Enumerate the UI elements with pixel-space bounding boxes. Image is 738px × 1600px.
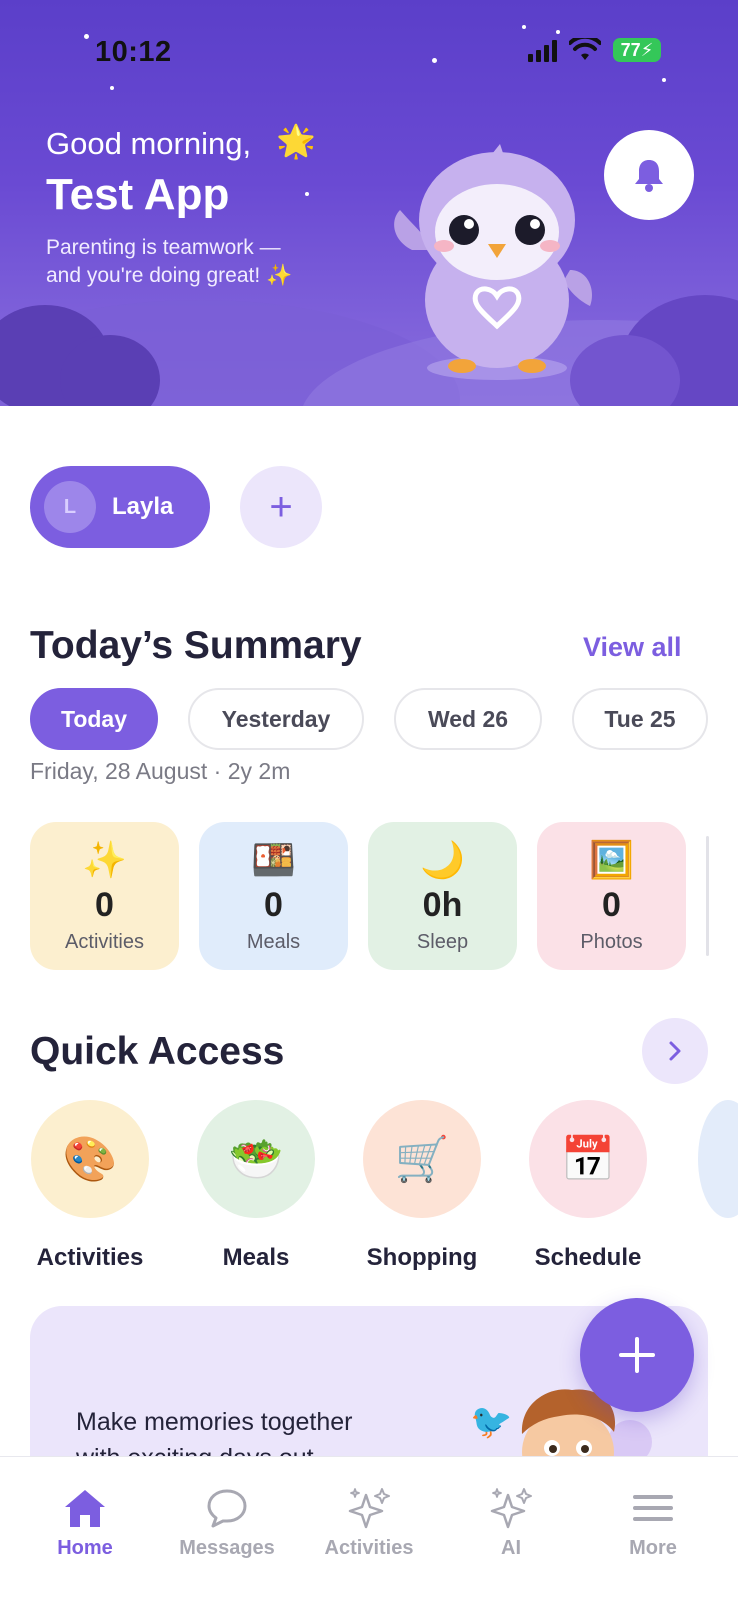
calendar-icon: 📅	[529, 1100, 647, 1218]
menu-icon	[633, 1495, 673, 1521]
tab-label: Home	[57, 1537, 113, 1559]
bell-icon	[635, 160, 663, 192]
stat-label: Photos	[580, 931, 643, 953]
hero-banner: 10:12 77 ⚡ Good morning, 🌟 Test App Paren…	[0, 0, 738, 406]
hero-subtitle-line: Parenting is teamwork —	[46, 236, 281, 259]
stat-card-activities[interactable]: ✨ 0 Activities	[30, 822, 179, 970]
wifi-icon	[569, 38, 601, 60]
salad-icon: 🥗	[197, 1100, 315, 1218]
quick-access-label: Schedule	[534, 1244, 642, 1271]
stat-value: 0	[95, 886, 114, 924]
battery-level: 77	[620, 39, 641, 60]
chevron-right-icon	[669, 1041, 681, 1061]
avatar: L	[44, 481, 96, 533]
tab-messages[interactable]: Messages	[162, 1457, 292, 1600]
stat-value: 0	[264, 886, 283, 924]
star-decoration	[556, 30, 560, 34]
hero-subtitle-line2: and you're doing great! ✨	[46, 262, 346, 290]
tab-activities[interactable]: Activities	[304, 1457, 434, 1600]
stat-card-overflow	[706, 836, 709, 956]
stat-label: Meals	[246, 931, 301, 953]
stat-label: Activities	[65, 931, 144, 953]
shopping-cart-icon: 🛒	[363, 1100, 481, 1218]
star-decoration	[110, 86, 114, 90]
sparkles-icon	[348, 1488, 390, 1529]
quick-access-label: Activities	[36, 1244, 144, 1271]
owl-mascot	[394, 144, 592, 380]
chip-today[interactable]: Today	[30, 688, 158, 750]
quick-access-activities[interactable]: 🎨 Activities	[30, 1100, 150, 1272]
star-decoration	[84, 34, 89, 39]
tab-home[interactable]: Home	[20, 1457, 150, 1600]
status-icons: 77 ⚡	[528, 38, 661, 62]
chat-icon	[207, 1489, 247, 1528]
stat-label: Sleep	[416, 931, 469, 953]
stat-value: 0h	[422, 886, 463, 924]
tab-ai[interactable]: AI	[446, 1457, 576, 1600]
tab-label: Activities	[324, 1537, 414, 1559]
palette-icon: 🎨	[31, 1100, 149, 1218]
chip-tue-25[interactable]: Tue 25	[572, 688, 708, 750]
child-name: Layla	[112, 493, 174, 520]
greeting-text: Good morning,	[46, 126, 252, 161]
stat-value: 0	[602, 886, 621, 924]
battery-icon: 77 ⚡	[613, 38, 661, 62]
add-fab-button[interactable]	[580, 1298, 694, 1412]
tab-label: More	[629, 1537, 677, 1559]
star-decoration	[432, 58, 437, 63]
quick-access-schedule[interactable]: 📅 Schedule	[528, 1100, 648, 1272]
framed-picture-icon: 🖼️	[589, 839, 634, 880]
quick-access-list: 🎨 Activities 🥗 Meals 🛒 Shopping 📅 Schedu…	[30, 1100, 648, 1272]
star-decoration	[662, 78, 666, 82]
status-time: 10:12	[95, 36, 172, 68]
hero-subtitle-text: and you're doing great!	[46, 264, 261, 287]
day-chips: Today Yesterday Wed 26 Tue 25	[30, 688, 708, 750]
tab-label: AI	[501, 1537, 521, 1559]
notifications-button[interactable]	[604, 130, 694, 220]
bird-icon: 🐦	[470, 1403, 513, 1441]
plus-icon	[619, 1337, 655, 1373]
summary-stats: ✨ 0 Activities 🍱 0 Meals 🌙 0h Sleep 🖼️ 0…	[30, 822, 686, 970]
home-icon	[65, 1490, 105, 1527]
hero-subtitle: Parenting is teamwork — and you're doing…	[46, 234, 346, 290]
star-decoration	[522, 25, 526, 29]
add-child-button[interactable]: +	[240, 466, 322, 548]
quick-access-more-button[interactable]	[642, 1018, 708, 1084]
moon-icon: 🌙	[420, 839, 465, 880]
bento-box-icon: 🍱	[251, 839, 296, 880]
stat-card-photos[interactable]: 🖼️ 0 Photos	[537, 822, 686, 970]
chip-wed-26[interactable]: Wed 26	[394, 688, 542, 750]
quick-access-label: Shopping	[366, 1244, 478, 1271]
tab-label: Messages	[179, 1537, 275, 1559]
star-decoration	[305, 192, 309, 196]
promo-text-line: Make memories together	[76, 1408, 353, 1436]
summary-title: Today’s Summary	[30, 624, 362, 667]
date-age-line: Friday, 28 August · 2y 2m	[30, 758, 291, 784]
tab-more[interactable]: More	[588, 1457, 718, 1600]
quick-access-shopping[interactable]: 🛒 Shopping	[362, 1100, 482, 1272]
stat-card-meals[interactable]: 🍱 0 Meals	[199, 822, 348, 970]
signal-icon	[528, 38, 557, 62]
quick-access-meals[interactable]: 🥗 Meals	[196, 1100, 316, 1272]
chip-yesterday[interactable]: Yesterday	[188, 688, 364, 750]
sparkles-icon	[490, 1488, 532, 1529]
view-all-link[interactable]: View all	[583, 632, 682, 663]
child-selector-layla[interactable]: L Layla	[30, 466, 210, 548]
stat-card-sleep[interactable]: 🌙 0h Sleep	[368, 822, 517, 970]
app-name-heading: Test App	[46, 170, 230, 219]
bottom-tab-bar: Home Messages Activities AI More	[0, 1456, 738, 1600]
quick-access-title: Quick Access	[30, 1030, 285, 1073]
glowing-star-icon: 🌟	[276, 123, 316, 159]
sparkles-icon: ✨	[266, 264, 293, 287]
quick-access-overflow	[698, 1100, 738, 1218]
sparkles-icon: ✨	[82, 839, 127, 880]
quick-access-label: Meals	[222, 1244, 290, 1271]
